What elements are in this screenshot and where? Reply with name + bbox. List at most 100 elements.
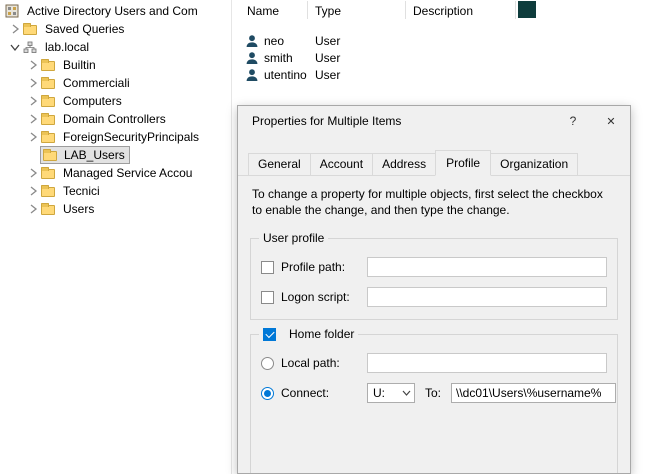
tree-item-label: Tecnici bbox=[60, 183, 103, 199]
tree-item-builtin[interactable]: Builtin bbox=[0, 56, 231, 74]
logon-script-input[interactable] bbox=[367, 287, 607, 307]
connect-row: Connect: U: To: bbox=[261, 383, 607, 403]
tree-selection[interactable]: LAB_Users bbox=[40, 146, 130, 164]
chevron-right-icon[interactable] bbox=[26, 166, 40, 180]
home-folder-group: Home folder Local path: Connect: U: To: bbox=[250, 334, 618, 474]
tab-description-text: To change a property for multiple object… bbox=[252, 186, 616, 218]
folder-icon bbox=[40, 184, 56, 198]
folder-icon bbox=[42, 148, 58, 162]
tree-item-managed-service-accounts[interactable]: Managed Service Accou bbox=[0, 164, 231, 182]
folder-icon bbox=[22, 22, 38, 36]
chevron-right-icon[interactable] bbox=[26, 184, 40, 198]
chevron-right-icon[interactable] bbox=[26, 112, 40, 126]
folder-icon bbox=[40, 94, 56, 108]
list-header: Name Type Description bbox=[233, 0, 656, 20]
chevron-right-icon[interactable] bbox=[26, 76, 40, 90]
user-type: User bbox=[315, 51, 340, 65]
list-rows: neo User smith User utentino User bbox=[233, 32, 656, 83]
tab-account[interactable]: Account bbox=[310, 153, 373, 175]
tree-item-lab-local[interactable]: lab.local bbox=[0, 38, 231, 56]
user-icon bbox=[245, 51, 259, 65]
folder-icon bbox=[40, 202, 56, 216]
tree-item-lab-users[interactable]: LAB_Users bbox=[0, 146, 231, 164]
tree-item-label: Saved Queries bbox=[42, 21, 127, 37]
tree-item-tecnici[interactable]: Tecnici bbox=[0, 182, 231, 200]
profile-path-checkbox[interactable] bbox=[261, 261, 274, 274]
console-tree-pane: Active Directory Users and Com Saved Que… bbox=[0, 0, 232, 474]
profile-path-row: Profile path: bbox=[261, 257, 607, 277]
header-corner-block bbox=[518, 1, 536, 18]
dialog-title: Properties for Multiple Items bbox=[238, 106, 554, 136]
column-separator[interactable] bbox=[405, 1, 406, 19]
folder-icon bbox=[40, 112, 56, 126]
tree-item-label: Users bbox=[60, 201, 97, 217]
local-path-row: Local path: bbox=[261, 353, 607, 373]
folder-icon bbox=[40, 58, 56, 72]
connect-radio[interactable] bbox=[261, 387, 274, 400]
logon-script-label: Logon script: bbox=[281, 290, 367, 304]
chevron-right-icon[interactable] bbox=[26, 202, 40, 216]
column-header-name[interactable]: Name bbox=[247, 4, 279, 18]
list-item-smith[interactable]: smith User bbox=[233, 49, 656, 66]
tree-item-label: Commerciali bbox=[60, 75, 133, 91]
column-header-description[interactable]: Description bbox=[413, 4, 473, 18]
folder-icon bbox=[40, 76, 56, 90]
column-separator[interactable] bbox=[515, 1, 516, 19]
tab-organization[interactable]: Organization bbox=[490, 153, 578, 175]
tree-item-label: Managed Service Accou bbox=[60, 165, 195, 181]
tree-item-label: Computers bbox=[60, 93, 125, 109]
profile-path-input[interactable] bbox=[367, 257, 607, 277]
tree-item-root[interactable]: Active Directory Users and Com bbox=[0, 2, 231, 20]
properties-dialog: Properties for Multiple Items ? ✕ Genera… bbox=[237, 105, 631, 474]
active-directory-icon bbox=[4, 4, 20, 18]
tree-item-label: Domain Controllers bbox=[60, 111, 169, 127]
domain-icon bbox=[22, 40, 38, 54]
user-profile-legend-label: User profile bbox=[263, 231, 324, 245]
tab-strip: General Account Address Profile Organiza… bbox=[238, 150, 630, 176]
dialog-titlebar: Properties for Multiple Items ? ✕ bbox=[238, 106, 630, 136]
tree-item-commerciali[interactable]: Commerciali bbox=[0, 74, 231, 92]
tree-item-foreign-security-principals[interactable]: ForeignSecurityPrincipals bbox=[0, 128, 231, 146]
chevron-down-icon[interactable] bbox=[8, 40, 22, 54]
chevron-right-icon[interactable] bbox=[26, 94, 40, 108]
chevron-right-icon[interactable] bbox=[8, 22, 22, 36]
chevron-right-icon[interactable] bbox=[26, 58, 40, 72]
user-type: User bbox=[315, 34, 340, 48]
local-path-input[interactable] bbox=[367, 353, 607, 373]
list-item-utentino[interactable]: utentino User bbox=[233, 66, 656, 83]
drive-letter-select[interactable]: U: bbox=[367, 383, 415, 403]
column-separator[interactable] bbox=[307, 1, 308, 19]
column-header-type[interactable]: Type bbox=[315, 4, 341, 18]
chevron-right-icon[interactable] bbox=[26, 130, 40, 144]
to-label: To: bbox=[425, 386, 451, 400]
folder-icon bbox=[40, 166, 56, 180]
tab-address[interactable]: Address bbox=[372, 153, 436, 175]
logon-script-checkbox[interactable] bbox=[261, 291, 274, 304]
tree-item-users[interactable]: Users bbox=[0, 200, 231, 218]
folder-icon bbox=[40, 130, 56, 144]
connect-path-input[interactable] bbox=[451, 383, 616, 403]
profile-path-label: Profile path: bbox=[281, 260, 367, 274]
help-button[interactable]: ? bbox=[554, 106, 592, 136]
local-path-radio[interactable] bbox=[261, 357, 274, 370]
logon-script-row: Logon script: bbox=[261, 287, 607, 307]
tree-item-label: Builtin bbox=[60, 57, 99, 73]
close-button[interactable]: ✕ bbox=[592, 106, 630, 136]
drive-letter-value: U: bbox=[368, 386, 398, 400]
tree-item-saved-queries[interactable]: Saved Queries bbox=[0, 20, 231, 38]
tab-profile[interactable]: Profile bbox=[435, 150, 491, 176]
list-item-neo[interactable]: neo User bbox=[233, 32, 656, 49]
local-path-label: Local path: bbox=[281, 356, 367, 370]
user-icon bbox=[245, 34, 259, 48]
tree-item-label: ForeignSecurityPrincipals bbox=[60, 129, 202, 145]
tree-item-label: Active Directory Users and Com bbox=[24, 3, 201, 19]
tab-general[interactable]: General bbox=[248, 153, 311, 175]
home-folder-checkbox[interactable] bbox=[263, 328, 276, 341]
user-type: User bbox=[315, 68, 340, 82]
home-folder-legend: Home folder bbox=[259, 327, 358, 341]
chevron-down-icon bbox=[398, 390, 414, 396]
tree-item-computers[interactable]: Computers bbox=[0, 92, 231, 110]
user-name: smith bbox=[264, 51, 293, 65]
tree-item-domain-controllers[interactable]: Domain Controllers bbox=[0, 110, 231, 128]
tree-item-label: lab.local bbox=[42, 39, 92, 55]
